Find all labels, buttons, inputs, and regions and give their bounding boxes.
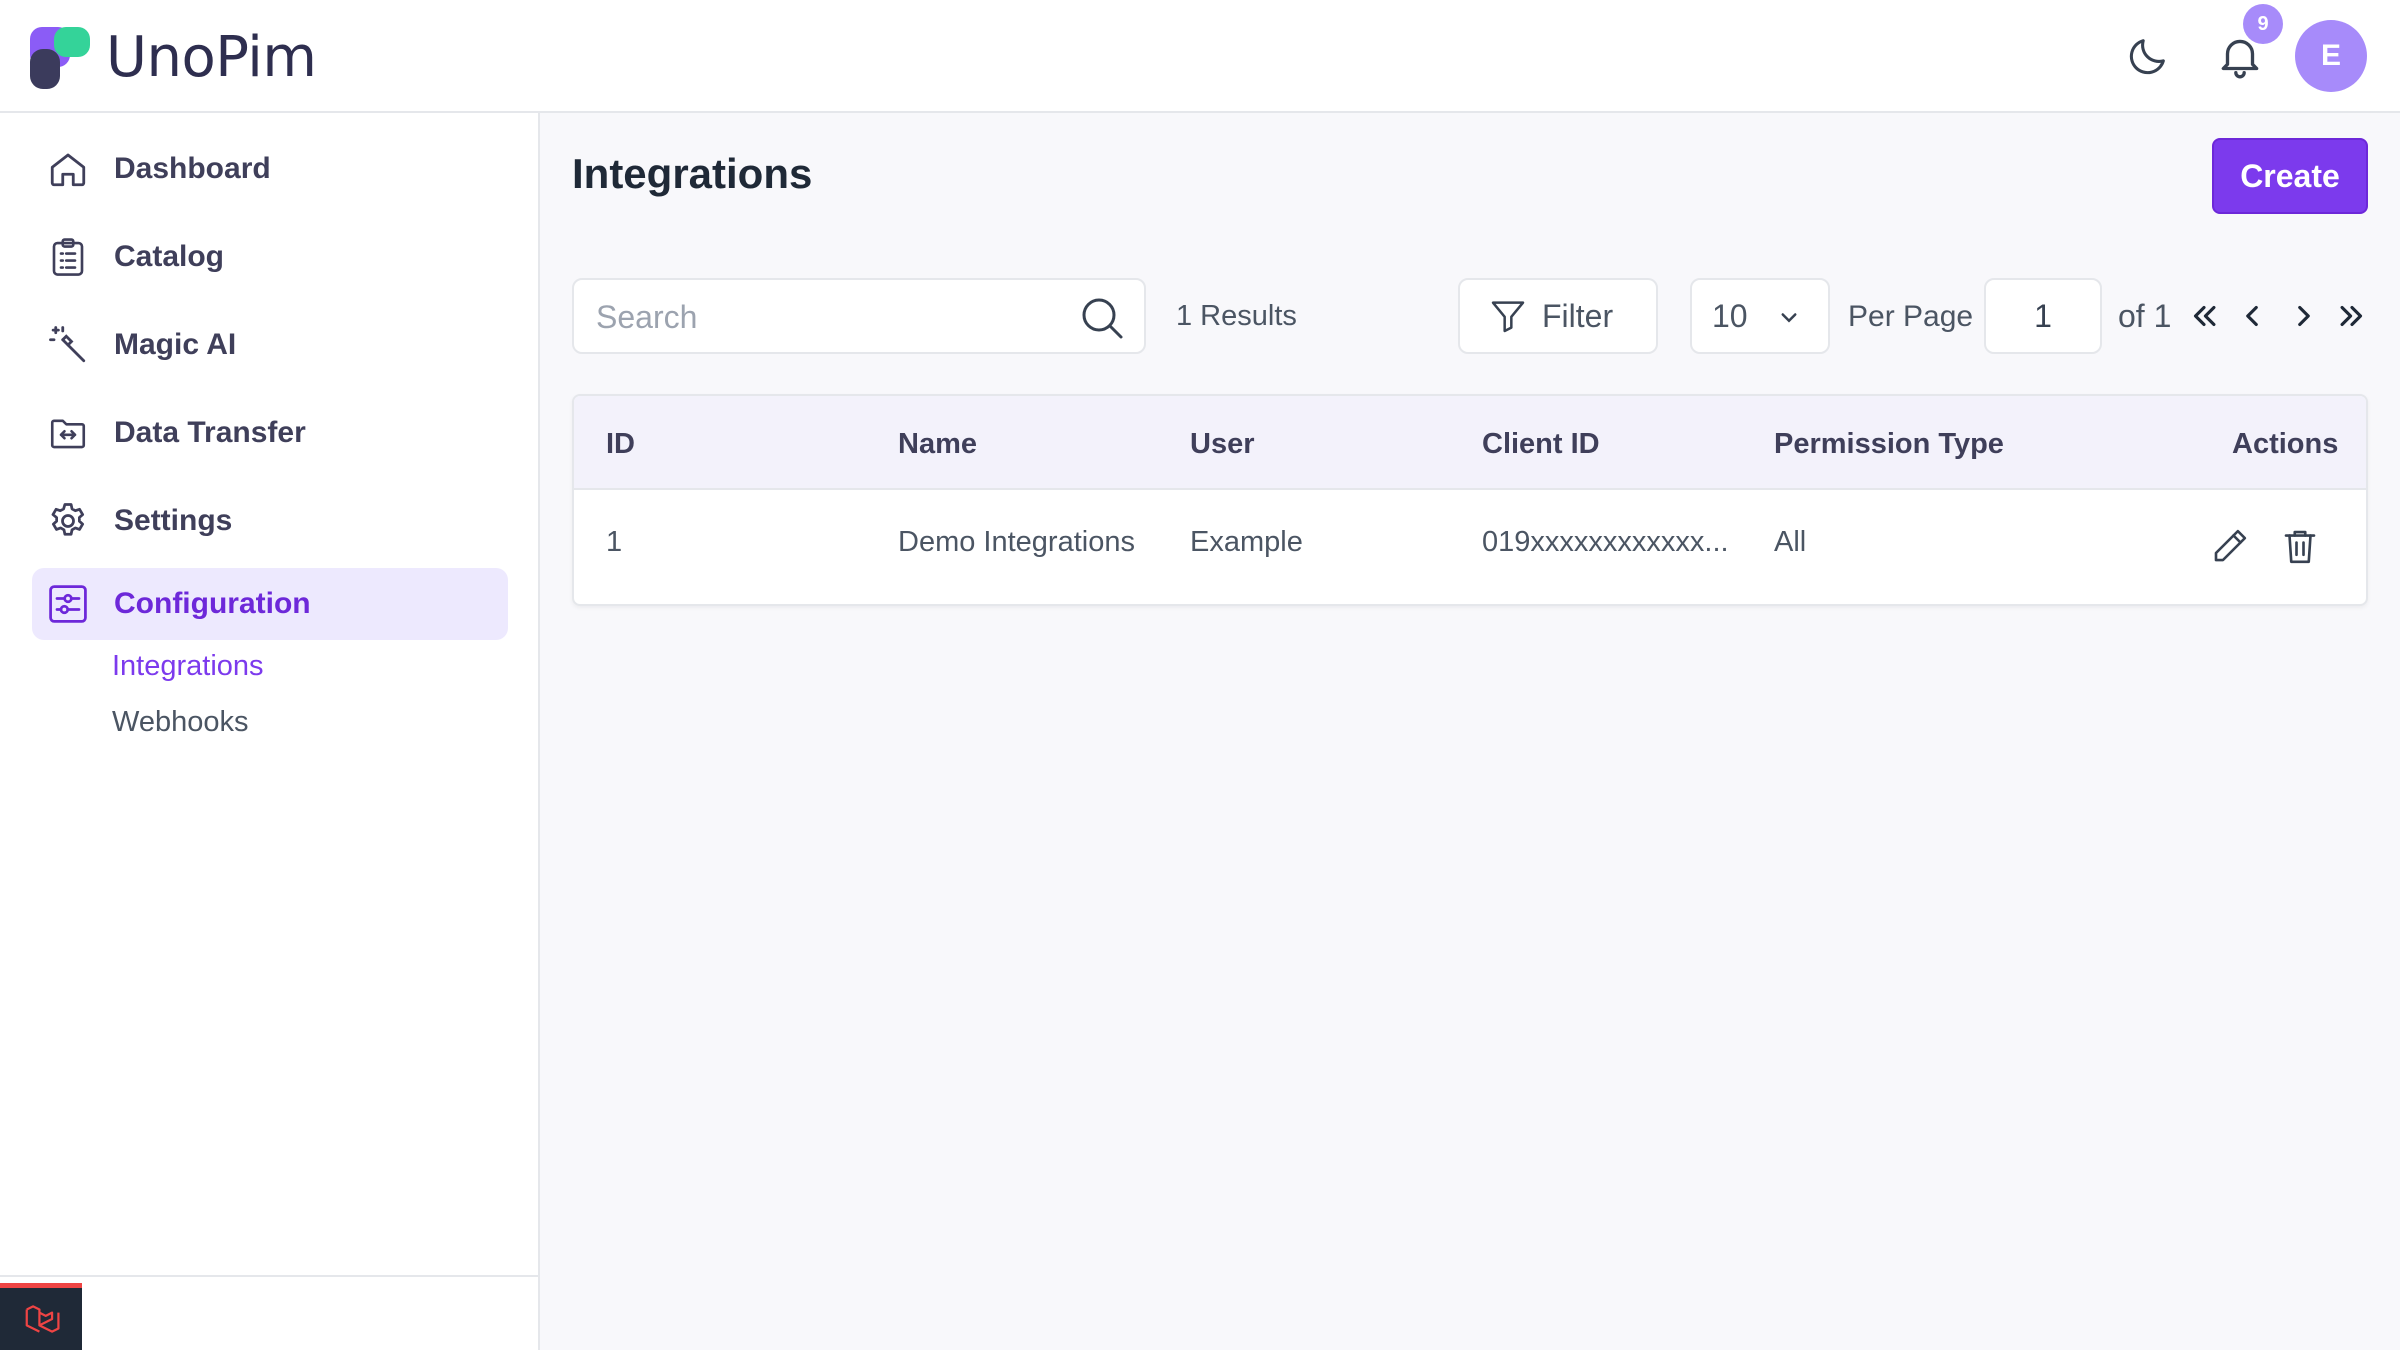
sidebar-subitem-webhooks[interactable]: Webhooks <box>112 706 249 739</box>
sidebar-subitem-integrations[interactable]: Integrations <box>112 650 264 683</box>
next-page-icon[interactable] <box>2284 296 2324 336</box>
gear-icon <box>46 499 90 543</box>
integrations-table: ID Name User Client ID Permission Type A… <box>572 394 2368 606</box>
column-header-name[interactable]: Name <box>898 428 977 461</box>
filter-icon <box>1491 301 1525 333</box>
column-header-permission-type[interactable]: Permission Type <box>1774 428 2004 461</box>
filter-button[interactable]: Filter <box>1458 278 1658 354</box>
previous-page-icon[interactable] <box>2232 296 2272 336</box>
sidebar-item-label: Magic AI <box>114 328 237 361</box>
search-icon[interactable] <box>1078 294 1126 342</box>
cell-client-id: 019xxxxxxxxxxxx... <box>1482 526 1729 558</box>
sidebar-item-label: Dashboard <box>114 152 271 185</box>
logo-mark-icon <box>30 27 90 89</box>
sidebar-item-configuration[interactable]: Configuration <box>32 568 508 640</box>
page-total-label: of 1 <box>2118 298 2172 334</box>
folder-transfer-icon <box>46 411 90 455</box>
edit-icon[interactable] <box>2204 520 2256 572</box>
sidebar-item-label: Configuration <box>114 587 311 620</box>
column-header-actions: Actions <box>2232 428 2339 460</box>
chevron-down-icon <box>1781 313 1797 323</box>
clipboard-list-icon <box>46 235 90 279</box>
cell-user: Example <box>1190 526 1303 558</box>
app-logo[interactable]: UnoPim <box>30 25 317 90</box>
first-page-icon[interactable] <box>2184 296 2224 336</box>
column-header-client-id[interactable]: Client ID <box>1482 428 1600 461</box>
magic-wand-icon <box>46 323 90 367</box>
sliders-icon <box>46 582 90 626</box>
last-page-icon[interactable] <box>2332 296 2372 336</box>
per-page-select[interactable]: 10 <box>1690 278 1830 354</box>
trash-icon[interactable] <box>2274 520 2326 572</box>
sidebar-item-label: Catalog <box>114 240 225 273</box>
results-count: 1 Results <box>1176 300 1297 332</box>
sidebar-item-data-transfer[interactable]: Data Transfer <box>32 397 508 469</box>
sidebar-item-label: Data Transfer <box>114 416 306 449</box>
sidebar-divider <box>0 1275 538 1277</box>
sidebar-item-catalog[interactable]: Catalog <box>32 221 508 293</box>
cell-id: 1 <box>606 526 623 558</box>
page-title: Integrations <box>572 150 813 197</box>
laravel-icon <box>25 1305 60 1333</box>
table-row: 1 Demo Integrations Example 019xxxxxxxxx… <box>574 490 2366 604</box>
search-input[interactable] <box>596 294 1056 340</box>
filter-label: Filter <box>1542 297 1614 334</box>
per-page-value: 10 <box>1712 297 1748 334</box>
search-box <box>572 278 1146 354</box>
notification-badge: 9 <box>2243 4 2283 44</box>
sidebar-item-magic-ai[interactable]: Magic AI <box>32 309 508 381</box>
table-header: ID Name User Client ID Permission Type A… <box>574 396 2366 490</box>
cell-permission-type: All <box>1774 526 1807 558</box>
column-header-user[interactable]: User <box>1190 428 1255 461</box>
column-header-id[interactable]: ID <box>606 428 635 461</box>
logo-text: UnoPim <box>106 25 317 90</box>
top-header: UnoPim 9 E <box>0 0 2400 113</box>
moon-icon[interactable] <box>2118 26 2178 86</box>
page-number-input[interactable] <box>1984 278 2102 354</box>
laravel-debugbar-toggle[interactable] <box>0 1283 82 1350</box>
sidebar: Dashboard Catalog Magic AI Data Transfer… <box>0 113 540 1350</box>
home-icon <box>46 147 90 191</box>
user-avatar[interactable]: E <box>2295 20 2367 92</box>
sidebar-item-label: Settings <box>114 504 233 537</box>
sidebar-item-dashboard[interactable]: Dashboard <box>32 133 508 205</box>
per-page-label: Per Page <box>1848 300 1974 333</box>
create-button[interactable]: Create <box>2212 138 2368 214</box>
sidebar-item-settings[interactable]: Settings <box>32 485 508 557</box>
cell-name: Demo Integrations <box>898 526 1135 558</box>
